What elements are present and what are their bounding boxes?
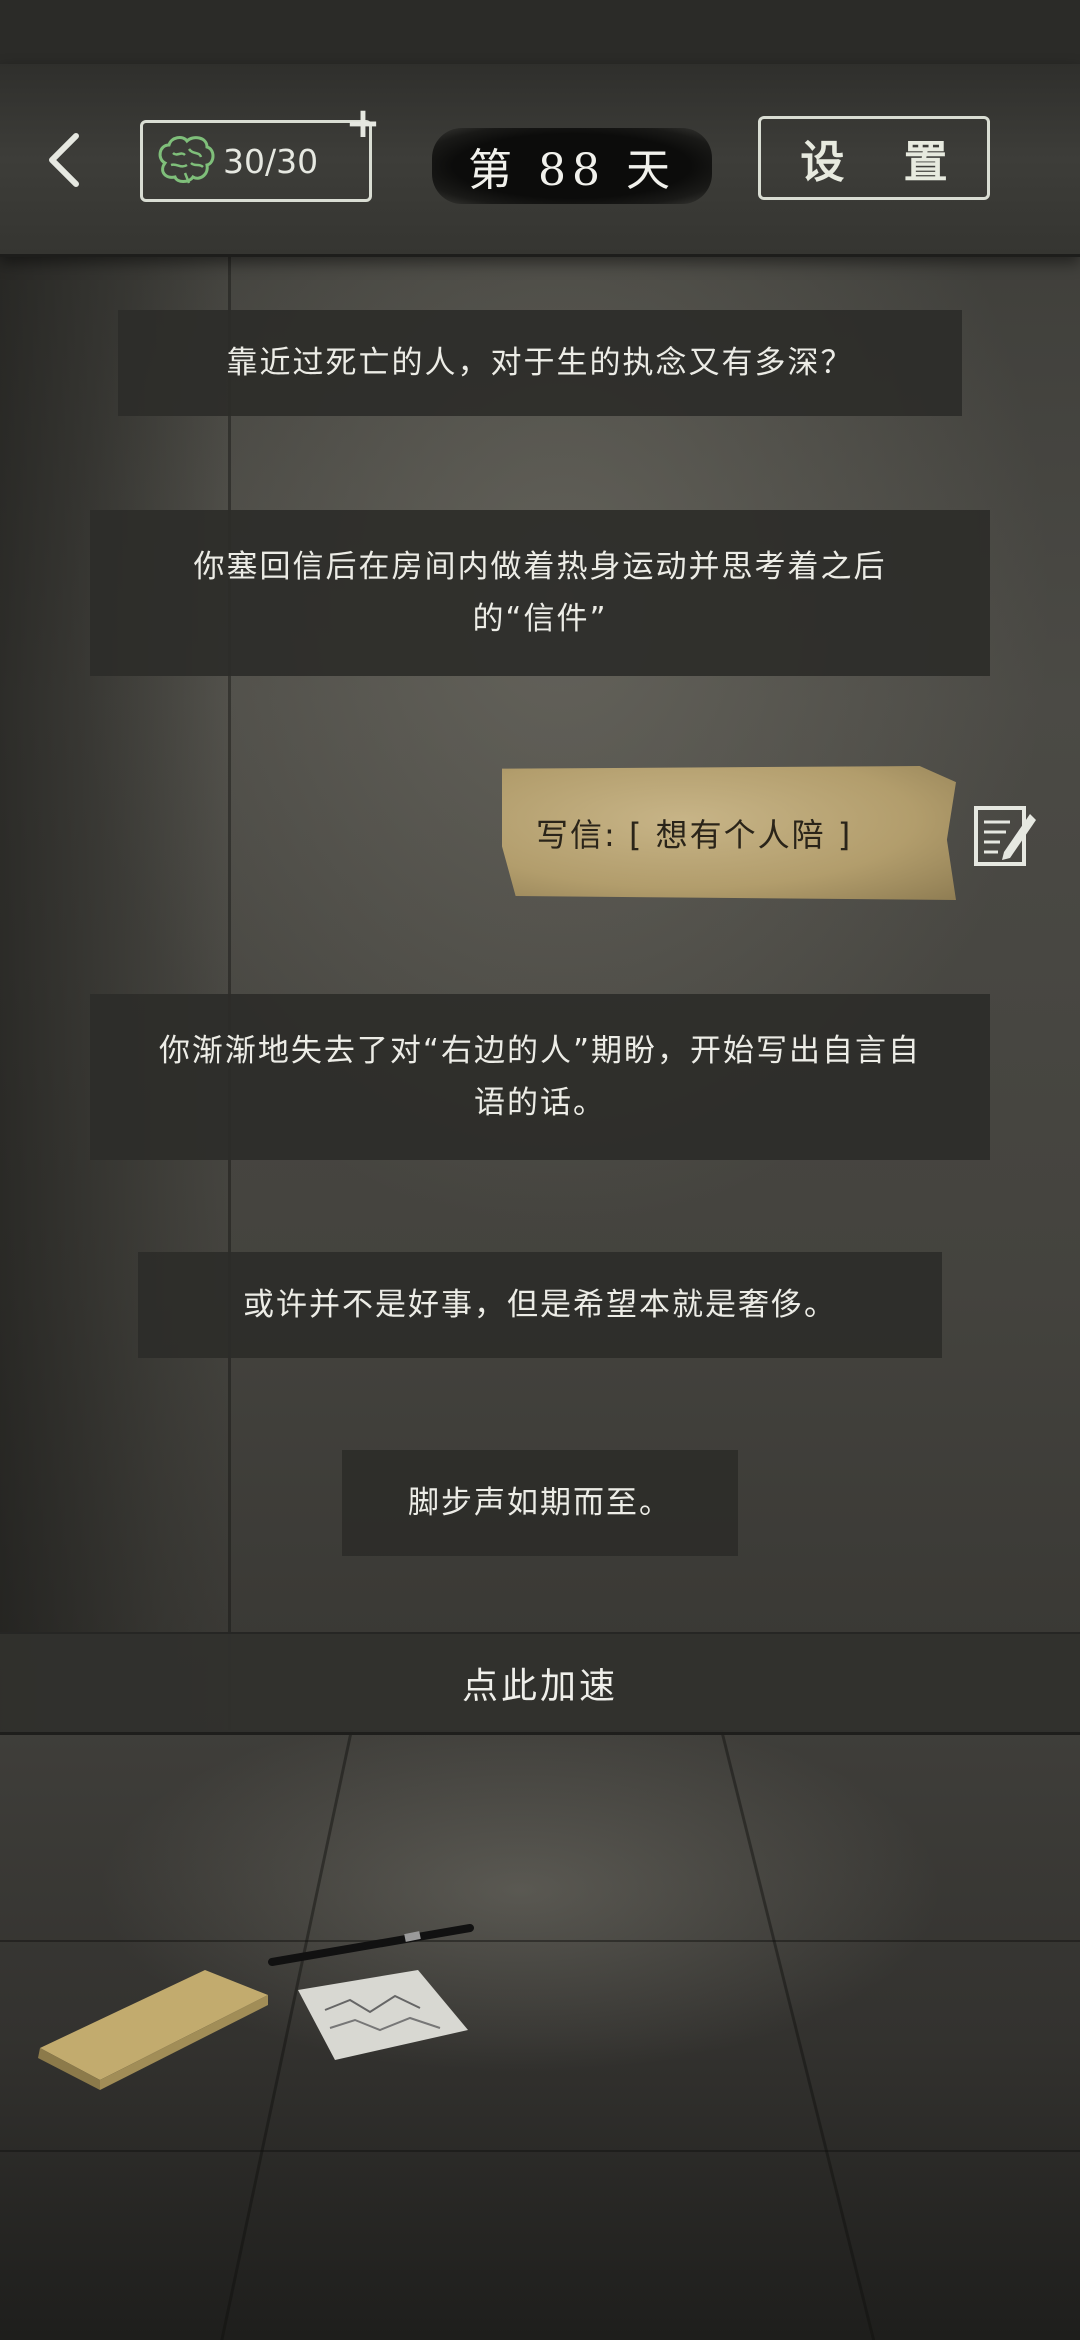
message-4: 或许并不是好事，但是希望本就是奢侈。 <box>138 1252 942 1358</box>
add-energy-button[interactable]: + <box>344 102 382 144</box>
chevron-left-icon <box>49 133 79 187</box>
floor-props <box>38 1924 474 2090</box>
message-5: 脚步声如期而至。 <box>342 1450 738 1556</box>
speed-up-button[interactable]: 点此加速 <box>0 1632 1080 1735</box>
paper-note-prop <box>298 1970 468 2060</box>
brain-icon <box>158 136 215 184</box>
message-2: 你塞回信后在房间内做着热身运动并思考着之后的“信件” <box>90 510 990 676</box>
message-1: 靠近过死亡的人，对于生的执念又有多深？ <box>118 310 962 416</box>
write-letter-option[interactable]: 写信: [ 想有个人陪 ] <box>502 766 956 900</box>
energy-counter: 30/30 <box>140 120 372 202</box>
write-letter-icon[interactable] <box>970 800 1040 870</box>
notebook-prop <box>38 1970 268 2090</box>
day-counter: 第 88 天 <box>432 128 712 204</box>
energy-count: 30/30 <box>223 141 319 181</box>
status-strip <box>0 0 1080 64</box>
pen-prop <box>268 1924 474 1966</box>
message-3: 你渐渐地失去了对“右边的人”期盼，开始写出自言自语的话。 <box>90 994 990 1160</box>
settings-button[interactable]: 设 置 <box>758 116 990 200</box>
back-button[interactable] <box>34 120 94 200</box>
